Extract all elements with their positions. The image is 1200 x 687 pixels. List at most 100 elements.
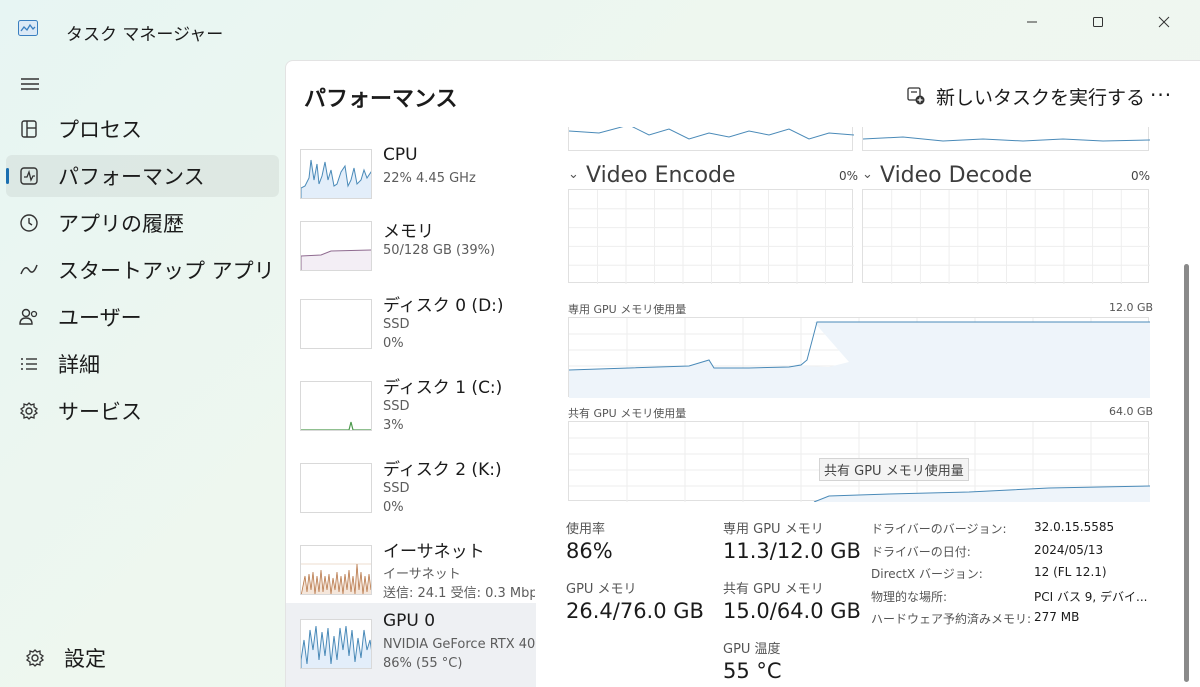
more-options-button[interactable]: ··· — [1150, 83, 1172, 107]
settings-label: 設定 — [64, 647, 106, 671]
dedicated-gpu-memory-graph — [568, 317, 1150, 398]
perf-item-detail: 22% 4.45 GHz — [383, 171, 476, 186]
perf-item-detail: 50/128 GB (39%) — [383, 243, 496, 258]
disk-1-thumbnail-graph — [300, 381, 372, 431]
physical-location-value: PCI バス 9, デバイ... — [1034, 590, 1148, 604]
shared-gpu-memory-label: 共有 GPU メモリ — [723, 582, 824, 597]
disk-0-thumbnail-graph — [300, 299, 372, 349]
detail-scrollbar[interactable] — [1184, 264, 1189, 682]
perf-item-usage: 86% (55 °C) — [383, 656, 463, 671]
dedicated-gpu-memory-value: 11.3/12.0 GB — [723, 539, 861, 563]
new-task-button[interactable]: 新しいタスクを実行する — [906, 83, 1145, 109]
perf-item-cpu[interactable]: CPU 22% 4.45 GHz — [286, 137, 536, 217]
sidebar-item-label: プロセス — [58, 118, 142, 142]
close-icon — [1158, 16, 1170, 28]
page-title: パフォーマンス — [304, 87, 458, 112]
title-bar: タスク マネージャー — [0, 0, 1200, 45]
driver-date-key: ドライバーの日付: — [871, 545, 971, 559]
directx-version-value: 12 (FL 12.1) — [1034, 565, 1107, 579]
sidebar-item-label: アプリの履歴 — [58, 212, 184, 236]
perf-item-name: ディスク 2 (K:) — [383, 460, 502, 480]
driver-date-value: 2024/05/13 — [1034, 543, 1104, 557]
perf-item-type: SSD — [383, 317, 410, 332]
maximize-button[interactable] — [1078, 8, 1118, 36]
minimize-button[interactable] — [1012, 8, 1052, 36]
physical-location-key: 物理的な場所: — [871, 590, 948, 604]
minimize-icon — [1027, 21, 1037, 23]
sidebar-item-startup-apps[interactable]: スタートアップ アプリ — [6, 249, 279, 291]
history-icon — [20, 214, 38, 232]
settings-button[interactable]: 設定 — [12, 637, 285, 679]
perf-item-name: CPU — [383, 145, 418, 165]
shared-gpu-memory-chart-label: 共有 GPU メモリ使用量 — [568, 407, 687, 420]
gpu-temperature-label: GPU 温度 — [723, 642, 781, 657]
dedicated-gpu-memory-chart-max: 12.0 GB — [1109, 301, 1154, 314]
gpu-memory-value: 26.4/76.0 GB — [566, 599, 704, 623]
close-button[interactable] — [1144, 8, 1184, 36]
new-task-label: 新しいタスクを実行する — [936, 86, 1146, 109]
perf-item-disk-0[interactable]: ディスク 0 (D:) SSD 0% — [286, 283, 536, 363]
perf-item-disk-1[interactable]: ディスク 1 (C:) SSD 3% — [286, 365, 536, 445]
shared-gpu-memory-graph: 共有 GPU メモリ使用量 — [568, 421, 1151, 503]
gpu-detail-pane: ⌄ Video Encode 0% ⌄ Video Decode 0% 専用 G… — [556, 127, 1186, 687]
video-encode-title: Video Encode — [586, 163, 736, 188]
sidebar-item-label: サービス — [58, 400, 142, 424]
video-encode-percent: 0% — [839, 169, 859, 183]
perf-item-type: SSD — [383, 481, 410, 496]
perf-item-ethernet[interactable]: イーサネット イーサネット 送信: 24.1 受信: 0.3 Mbps — [286, 529, 536, 609]
shared-gpu-memory-value: 15.0/64.0 GB — [723, 599, 861, 623]
perf-item-name: ディスク 1 (C:) — [383, 378, 503, 398]
performance-list: CPU 22% 4.45 GHz メモリ 50/128 GB (39%) ディス… — [286, 127, 536, 687]
sidebar-item-users[interactable]: ユーザー — [6, 296, 279, 338]
new-task-icon — [907, 87, 925, 105]
sidebar-item-services[interactable]: サービス — [6, 390, 279, 432]
chevron-down-icon[interactable]: ⌄ — [568, 167, 579, 182]
hardware-reserved-memory-value: 277 MB — [1034, 610, 1080, 624]
ethernet-thumbnail-graph — [300, 545, 372, 595]
perf-item-usage: 3% — [383, 418, 404, 433]
app-title: タスク マネージャー — [66, 25, 224, 45]
shared-gpu-memory-chart-max: 64.0 GB — [1109, 405, 1154, 418]
perf-item-type: イーサネット — [383, 567, 461, 582]
perf-item-name: イーサネット — [383, 542, 485, 562]
usage-label: 使用率 — [566, 522, 606, 537]
cpu-thumbnail-graph — [300, 149, 372, 199]
memory-thumbnail-graph — [300, 221, 372, 271]
perf-item-name: GPU 0 — [383, 611, 436, 631]
main-panel: パフォーマンス 新しいタスクを実行する ··· CPU 22% 4.45 GHz — [285, 60, 1200, 687]
services-icon — [19, 402, 39, 420]
sidebar-item-app-history[interactable]: アプリの履歴 — [6, 202, 279, 244]
task-manager-app-icon — [18, 20, 38, 36]
video-decode-title: Video Decode — [880, 163, 1033, 188]
sidebar-item-performance[interactable]: パフォーマンス — [6, 155, 279, 197]
video-encode-graph — [568, 189, 854, 284]
disk-2-thumbnail-graph — [300, 463, 372, 513]
shared-memory-tooltip: 共有 GPU メモリ使用量 — [819, 458, 969, 481]
perf-item-name: ディスク 0 (D:) — [383, 296, 504, 316]
performance-icon — [20, 167, 38, 185]
perf-item-model: NVIDIA GeForce RTX 40... — [383, 637, 535, 652]
maximize-icon — [1093, 17, 1103, 27]
hardware-reserved-memory-key: ハードウェア予約済みメモリ: — [871, 612, 1032, 626]
gpu-thumbnail-graph — [300, 619, 372, 669]
perf-item-usage: 0% — [383, 500, 404, 515]
perf-item-memory[interactable]: メモリ 50/128 GB (39%) — [286, 209, 536, 289]
sidebar-item-details[interactable]: 詳細 — [6, 343, 279, 385]
dedicated-gpu-memory-label: 専用 GPU メモリ — [723, 522, 824, 537]
directx-version-key: DirectX バージョン: — [871, 567, 983, 581]
gear-icon — [25, 649, 45, 667]
perf-item-disk-2[interactable]: ディスク 2 (K:) SSD 0% — [286, 447, 536, 527]
perf-item-type: SSD — [383, 399, 410, 414]
sidebar-item-label: ユーザー — [58, 306, 142, 330]
video-decode-percent: 0% — [1131, 169, 1151, 183]
driver-version-key: ドライバーのバージョン: — [871, 522, 1007, 536]
gpu-engine-graph-top-right — [862, 127, 1151, 151]
video-decode-graph — [862, 189, 1150, 284]
hamburger-menu-icon[interactable] — [20, 76, 40, 92]
perf-item-gpu-0[interactable]: GPU 0 NVIDIA GeForce RTX 40... 86% (55 °… — [286, 603, 536, 687]
sidebar-item-processes[interactable]: プロセス — [6, 108, 279, 150]
gpu-memory-label: GPU メモリ — [566, 582, 637, 597]
gpu-engine-graph-top-left — [568, 127, 855, 151]
sidebar-item-label: 詳細 — [58, 353, 100, 377]
chevron-down-icon[interactable]: ⌄ — [862, 167, 873, 182]
